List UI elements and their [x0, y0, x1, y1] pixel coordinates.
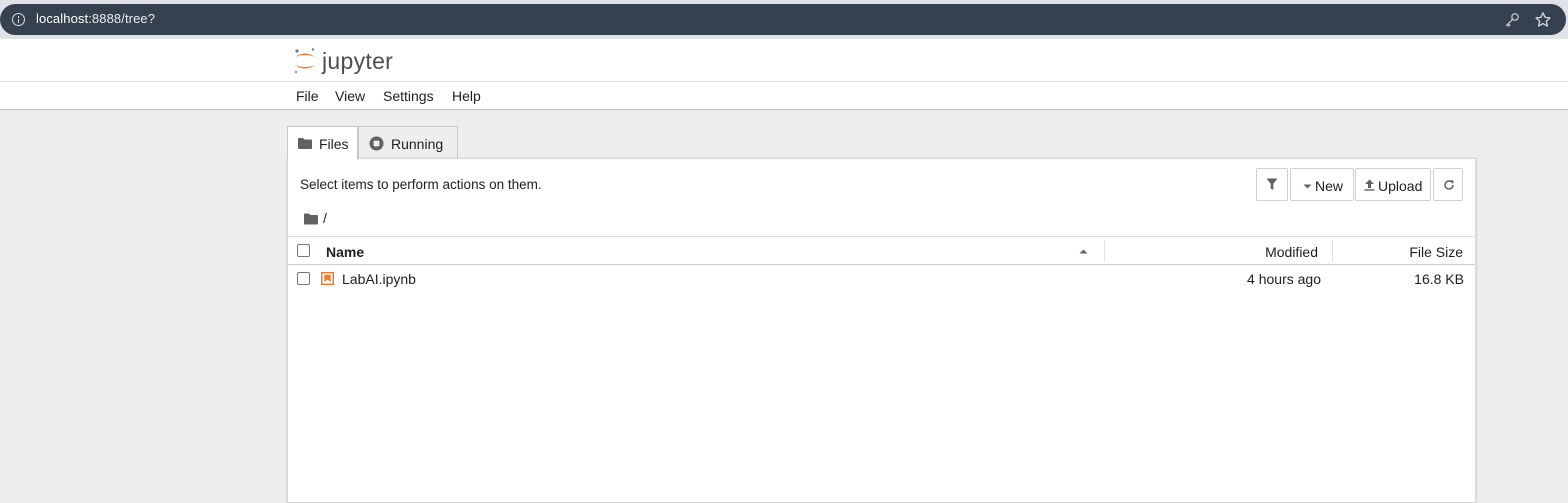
sort-ascending-icon: [1079, 249, 1088, 254]
row-checkbox[interactable]: [297, 272, 310, 285]
caret-down-icon: [1303, 184, 1312, 189]
new-button[interactable]: New: [1290, 168, 1354, 201]
jupyter-logo-text: jupyter: [322, 48, 394, 74]
column-header-name[interactable]: Name: [326, 244, 364, 260]
address-bar[interactable]: localhost:8888/tree?: [0, 4, 1566, 35]
select-all-checkbox[interactable]: [297, 244, 310, 257]
jupyter-logo[interactable]: jupyter: [292, 46, 412, 76]
file-modified: 4 hours ago: [1247, 271, 1321, 287]
toolbar-instructions: Select items to perform actions on them.: [300, 177, 542, 192]
column-separator[interactable]: [1104, 240, 1105, 262]
table-row[interactable]: LabAI.ipynb 4 hours ago 16.8 KB: [288, 266, 1475, 292]
notebook-icon: [321, 272, 334, 285]
tab-running-label: Running: [391, 136, 444, 152]
key-icon[interactable]: [1504, 12, 1520, 28]
menu-help[interactable]: Help: [452, 88, 481, 104]
file-name[interactable]: LabAI.ipynb: [342, 271, 416, 287]
file-size: 16.8 KB: [1414, 271, 1464, 287]
file-browser-panel: Select items to perform actions on them.…: [287, 158, 1476, 503]
stop-circle-icon: [369, 136, 384, 151]
tab-running[interactable]: Running: [358, 126, 458, 159]
column-header-modified[interactable]: Modified: [1265, 244, 1318, 260]
upload-icon: [1364, 179, 1375, 191]
browser-toolbar: localhost:8888/tree?: [0, 0, 1568, 39]
tab-files-label: Files: [319, 136, 349, 152]
menu-view[interactable]: View: [335, 88, 365, 104]
star-icon[interactable]: [1534, 11, 1552, 29]
menu-settings[interactable]: Settings: [383, 88, 434, 104]
tab-files[interactable]: Files: [287, 126, 358, 160]
refresh-button[interactable]: [1433, 168, 1463, 201]
jupyter-logo-icon: [294, 48, 315, 74]
upload-button[interactable]: Upload: [1355, 168, 1431, 201]
refresh-icon: [1444, 180, 1454, 190]
new-button-label: New: [1315, 178, 1344, 194]
url-text[interactable]: localhost:8888/tree?: [36, 11, 155, 26]
listing-header: Name Modified File Size: [288, 236, 1475, 265]
breadcrumb-home-folder-icon[interactable]: [304, 211, 318, 227]
filter-button[interactable]: [1256, 168, 1288, 201]
upload-button-label: Upload: [1378, 178, 1423, 194]
column-separator[interactable]: [1332, 240, 1333, 262]
breadcrumb-separator: /: [323, 210, 327, 226]
menu-bar: File View Settings Help: [0, 82, 1568, 110]
column-header-size[interactable]: File Size: [1409, 244, 1463, 260]
info-icon[interactable]: [12, 13, 25, 26]
menu-file[interactable]: File: [296, 88, 319, 104]
jupyter-header: jupyter: [0, 39, 1568, 82]
filter-icon: [1266, 178, 1278, 190]
folder-icon: [298, 138, 312, 149]
